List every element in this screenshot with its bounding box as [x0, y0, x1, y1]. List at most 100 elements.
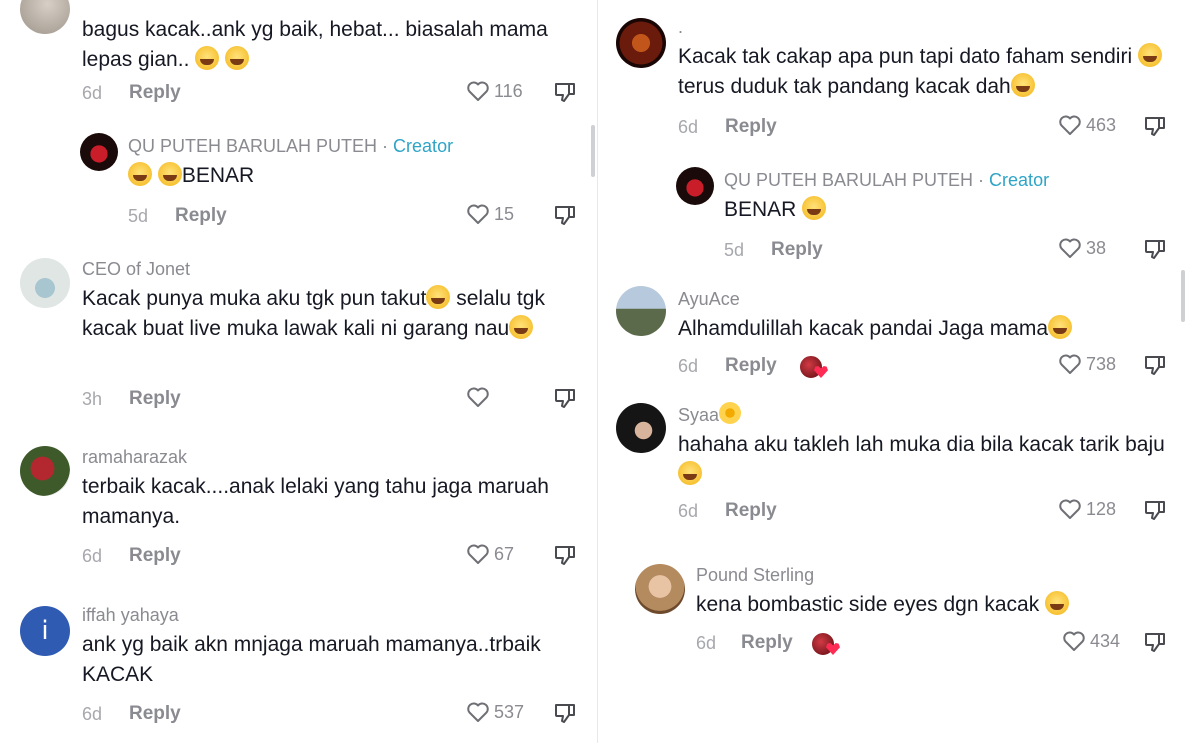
dislike-icon[interactable]: [553, 80, 577, 104]
rofl-emoji-icon: [509, 315, 534, 339]
heart-icon: [1059, 115, 1081, 135]
creator-badge: Creator: [393, 136, 454, 156]
comment-item: AyuAce Alhamdulillah kacak pandai Jaga m…: [598, 282, 1195, 392]
commenter-name[interactable]: ramaharazak: [82, 445, 572, 469]
like-button[interactable]: 463: [1058, 114, 1116, 136]
comment-text: bagus kacak..ank yg baik, hebat... biasa…: [82, 18, 548, 71]
heart-icon: [467, 204, 489, 224]
heart-icon: [1059, 238, 1081, 258]
dislike-icon[interactable]: [553, 701, 577, 725]
comment-time: 6d: [82, 546, 103, 566]
comment-time: 5d: [128, 206, 149, 226]
rofl-emoji-icon: [225, 46, 250, 70]
commenter-name[interactable]: QU PUTEH BARULAH PUTEH · Creator: [724, 168, 1174, 192]
comment-item: ramaharazak terbaik kacak....anak lelaki…: [0, 440, 598, 580]
reply-button[interactable]: Reply: [129, 82, 181, 104]
creator-avatar[interactable]: [676, 167, 714, 205]
avatar[interactable]: [635, 564, 685, 614]
separator: ·: [377, 136, 394, 156]
like-button[interactable]: 537: [466, 701, 524, 723]
dislike-icon[interactable]: [1143, 237, 1167, 261]
avatar[interactable]: [20, 446, 70, 496]
like-button[interactable]: 38: [1058, 237, 1106, 259]
creator-name[interactable]: QU PUTEH BARULAH PUTEH: [128, 136, 377, 156]
dislike-icon[interactable]: [1143, 114, 1167, 138]
smiling-hearts-emoji-icon: [1048, 315, 1073, 339]
dislike-icon[interactable]: [553, 203, 577, 227]
heart-icon: [1059, 499, 1081, 519]
avatar[interactable]: i: [20, 606, 70, 656]
joy-emoji-icon: [1137, 43, 1162, 67]
comment-text: ank yg baik akn mnjaga maruah mamanya..t…: [82, 633, 541, 686]
reply-button[interactable]: Reply: [129, 545, 181, 567]
comment-item: Syaa hahaha aku takleh lah muka dia bila…: [598, 400, 1195, 540]
like-count: 463: [1086, 114, 1117, 135]
like-count: 116: [494, 80, 523, 101]
heart-icon: [467, 544, 489, 564]
comment-time: 6d: [678, 117, 699, 137]
avatar[interactable]: [20, 0, 70, 34]
reply-button[interactable]: Reply: [725, 355, 777, 377]
like-button[interactable]: 128: [1058, 498, 1116, 520]
comment-time: 6d: [82, 83, 103, 103]
dislike-icon[interactable]: [553, 543, 577, 567]
commenter-name[interactable]: Pound Sterling: [696, 563, 1176, 587]
dislike-icon[interactable]: [1143, 498, 1167, 522]
commenter-name[interactable]: Syaa: [678, 402, 1178, 427]
like-count: 38: [1086, 237, 1107, 258]
left-comments-column: bagus kacak..ank yg baik, hebat... biasa…: [0, 0, 598, 743]
laughing-emoji-icon: [426, 285, 451, 309]
comment-text: hahaha aku takleh lah muka dia bila kaca…: [678, 430, 1178, 490]
like-button[interactable]: 15: [466, 203, 514, 225]
separator: ·: [973, 170, 990, 190]
commenter-name[interactable]: iffah yahaya: [82, 603, 582, 627]
dislike-icon[interactable]: [1143, 353, 1167, 377]
commenter-name[interactable]: CEO of Jonet: [82, 257, 572, 281]
comment-time: 3h: [82, 389, 103, 409]
comment-reply-item: QU PUTEH BARULAH PUTEH · Creator BENAR 5…: [598, 160, 1195, 270]
commenter-name[interactable]: AyuAce: [678, 287, 1178, 311]
avatar[interactable]: [616, 403, 666, 453]
comment-text: terbaik kacak....anak lelaki yang tahu j…: [82, 475, 549, 528]
reply-button[interactable]: Reply: [771, 239, 823, 261]
heart-icon: [1059, 354, 1081, 374]
avatar[interactable]: [616, 286, 666, 336]
sweat-smile-emoji-icon: [128, 162, 152, 186]
creator-name[interactable]: QU PUTEH BARULAH PUTEH: [724, 170, 973, 190]
liked-by-creator-icon: [798, 354, 824, 380]
reply-button[interactable]: Reply: [129, 703, 181, 725]
heart-icon: [467, 81, 489, 101]
like-count: 67: [494, 543, 515, 564]
avatar[interactable]: [20, 258, 70, 308]
rofl-emoji-icon: [195, 46, 220, 70]
comment-time: 6d: [82, 704, 103, 724]
joy-emoji-icon: [1045, 591, 1070, 615]
heart-icon: [1063, 631, 1085, 651]
commenter-name[interactable]: [82, 0, 572, 12]
creator-avatar[interactable]: [80, 133, 118, 171]
scrollbar[interactable]: [591, 125, 595, 177]
dislike-icon[interactable]: [1143, 630, 1167, 654]
reply-button[interactable]: Reply: [175, 205, 227, 227]
avatar[interactable]: [616, 18, 666, 68]
comment-item: . Kacak tak cakap apa pun tapi dato faha…: [598, 12, 1195, 152]
sweat-smile-emoji-icon: [157, 162, 182, 186]
like-button[interactable]: 67: [466, 543, 514, 565]
dislike-icon[interactable]: [553, 386, 577, 410]
like-button[interactable]: 116: [466, 80, 523, 102]
reply-button[interactable]: Reply: [725, 116, 777, 138]
like-button[interactable]: [466, 386, 494, 408]
like-count: 537: [494, 701, 525, 722]
heart-icon: [467, 387, 489, 407]
reply-button[interactable]: Reply: [129, 388, 181, 410]
like-count: 434: [1090, 630, 1121, 651]
reply-button[interactable]: Reply: [725, 500, 777, 522]
like-button[interactable]: 738: [1058, 353, 1116, 375]
comment-time: 6d: [696, 633, 717, 653]
comment-text: Alhamdulillah kacak pandai Jaga mama: [678, 314, 1178, 344]
reply-button[interactable]: Reply: [741, 632, 793, 654]
like-button[interactable]: 434: [1062, 630, 1120, 652]
creator-badge: Creator: [989, 170, 1050, 190]
commenter-name[interactable]: QU PUTEH BARULAH PUTEH · Creator: [128, 134, 568, 158]
commenter-name[interactable]: .: [678, 15, 1178, 39]
